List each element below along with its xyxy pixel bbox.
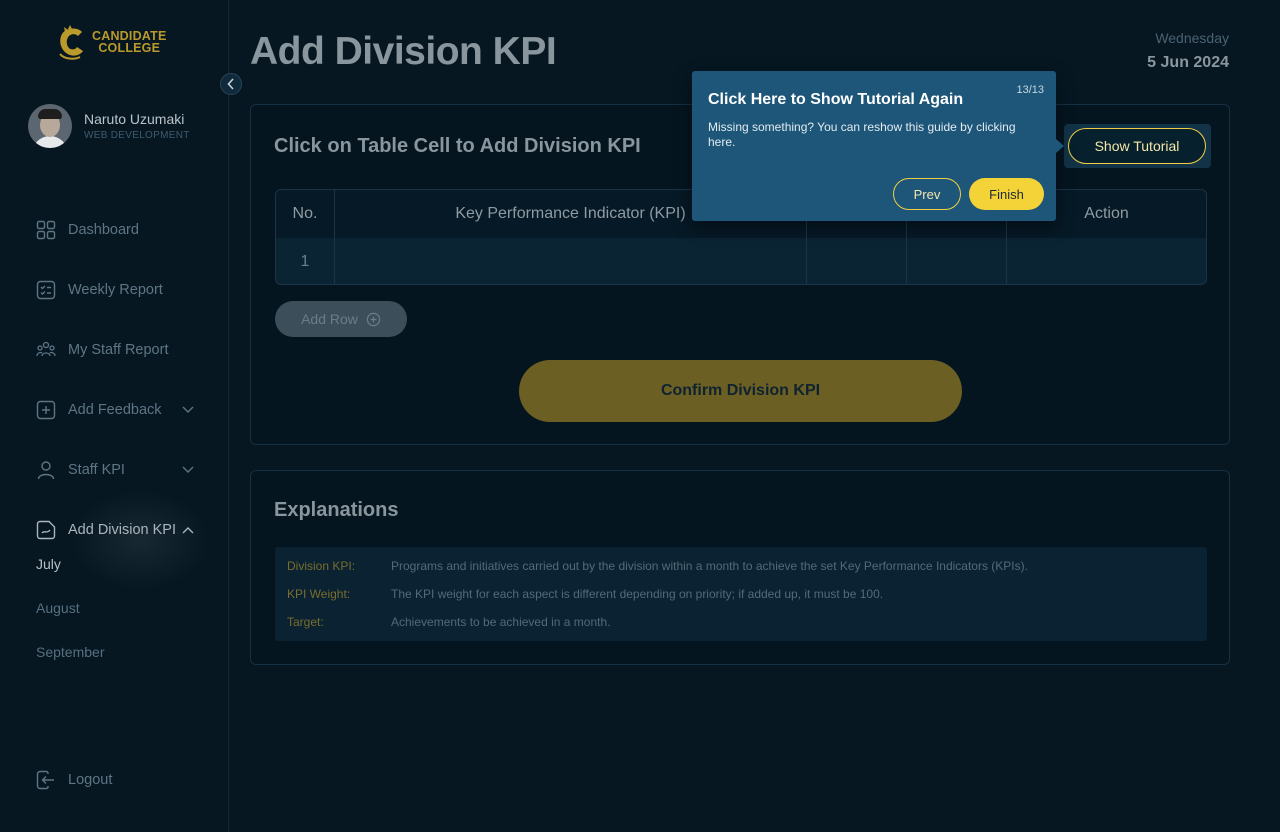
date-day: Wednesday: [1155, 30, 1229, 46]
show-tutorial-button[interactable]: Show Tutorial: [1068, 128, 1206, 164]
logo-text: CANDIDATE COLLEGE: [92, 30, 166, 55]
division-kpi-submenu: July August September: [36, 542, 104, 674]
tutorial-finish-button[interactable]: Finish: [969, 178, 1044, 210]
user-icon: [37, 461, 55, 480]
chart-doc-icon: [36, 520, 56, 540]
chevron-left-icon: [227, 78, 234, 90]
logo-line-2: COLLEGE: [98, 41, 161, 55]
tutorial-description: Missing something? You can reshow this g…: [708, 120, 1016, 149]
table-cell-3[interactable]: [807, 238, 907, 284]
sidebar-item-my-staff-report[interactable]: My Staff Report: [36, 320, 206, 380]
tutorial-step-counter: 13/13: [1016, 84, 1044, 96]
list-item: KPI Weight: The KPI weight for each aspe…: [287, 587, 1195, 615]
tooltip-arrow: [1056, 139, 1064, 153]
explanation-definition: The KPI weight for each aspect is differ…: [391, 587, 884, 601]
table-cell-kpi[interactable]: [335, 238, 807, 284]
explanations-card: Explanations Division KPI: Programs and …: [250, 470, 1230, 665]
sidebar-item-label: Staff KPI: [68, 462, 125, 478]
column-header-no: No.: [276, 190, 335, 238]
explanations-title: Explanations: [274, 499, 399, 521]
explanation-term: Division KPI:: [287, 559, 356, 573]
profile-role: WEB DEVELOPMENT: [84, 130, 190, 141]
add-row-button[interactable]: Add Row: [275, 301, 407, 337]
table-cell-action[interactable]: [1007, 238, 1206, 284]
logo[interactable]: CANDIDATE COLLEGE: [56, 24, 166, 60]
sidebar-item-staff-kpi[interactable]: Staff KPI: [36, 440, 206, 500]
logout-icon: [36, 770, 54, 790]
avatar: [28, 104, 72, 148]
chevron-up-icon[interactable]: [182, 526, 194, 534]
explanation-definition: Programs and initiatives carried out by …: [391, 559, 1028, 573]
tutorial-title: Click Here to Show Tutorial Again: [708, 91, 964, 108]
grid-icon: [36, 220, 56, 240]
submenu-item-july[interactable]: July: [36, 542, 104, 586]
tutorial-prev-button[interactable]: Prev: [893, 178, 961, 210]
sidebar-nav: Dashboard Weekly Report My Staff Report …: [36, 200, 206, 560]
explanations-list: Division KPI: Programs and initiatives c…: [275, 547, 1207, 641]
sidebar: CANDIDATE COLLEGE Naruto Uzumaki WEB DEV…: [0, 0, 229, 832]
sidebar-item-label: Add Division KPI: [68, 522, 176, 538]
confirm-division-kpi-button[interactable]: Confirm Division KPI: [519, 360, 962, 422]
table-cell-no: 1: [276, 238, 335, 284]
sidebar-item-weekly-report[interactable]: Weekly Report: [36, 260, 206, 320]
plus-circle-icon: [366, 312, 381, 326]
add-row-label: Add Row: [301, 311, 358, 327]
explanation-definition: Achievements to be achieved in a month.: [391, 615, 611, 629]
logout-label: Logout: [68, 772, 113, 788]
list-item: Division KPI: Programs and initiatives c…: [287, 559, 1195, 587]
table-cell-4[interactable]: [907, 238, 1007, 284]
candidate-college-logo-icon: [59, 25, 83, 60]
explanation-term: Target:: [287, 615, 324, 629]
sidebar-item-label: My Staff Report: [68, 342, 169, 358]
report-icon: [36, 280, 56, 300]
sidebar-item-add-feedback[interactable]: Add Feedback: [36, 380, 206, 440]
sidebar-item-label: Weekly Report: [68, 282, 163, 298]
sidebar-item-dashboard[interactable]: Dashboard: [36, 200, 206, 260]
explanation-term: KPI Weight:: [287, 587, 351, 601]
sidebar-item-label: Add Feedback: [68, 402, 162, 418]
submenu-item-august[interactable]: August: [36, 586, 104, 630]
chevron-down-icon[interactable]: [182, 466, 194, 474]
list-item: Target: Achievements to be achieved in a…: [287, 615, 1195, 643]
kpi-card-title: Click on Table Cell to Add Division KPI: [274, 135, 641, 157]
plus-square-icon: [36, 400, 56, 420]
collapse-sidebar-button[interactable]: [220, 73, 242, 95]
tutorial-tooltip: 13/13 Click Here to Show Tutorial Again …: [692, 71, 1056, 221]
user-profile[interactable]: Naruto Uzumaki WEB DEVELOPMENT: [28, 104, 190, 148]
chevron-down-icon[interactable]: [182, 406, 194, 414]
page-title: Add Division KPI: [250, 30, 557, 73]
logout-button[interactable]: Logout: [36, 770, 112, 790]
show-tutorial-highlight: Show Tutorial: [1064, 124, 1211, 168]
current-date: Wednesday 5 Jun 2024: [1147, 30, 1229, 72]
table-row: 1: [276, 238, 1206, 284]
date-full: 5 Jun 2024: [1147, 54, 1229, 71]
profile-name: Naruto Uzumaki: [84, 111, 185, 127]
users-icon: [36, 341, 56, 357]
sidebar-item-label: Dashboard: [68, 222, 139, 238]
submenu-item-september[interactable]: September: [36, 630, 104, 674]
